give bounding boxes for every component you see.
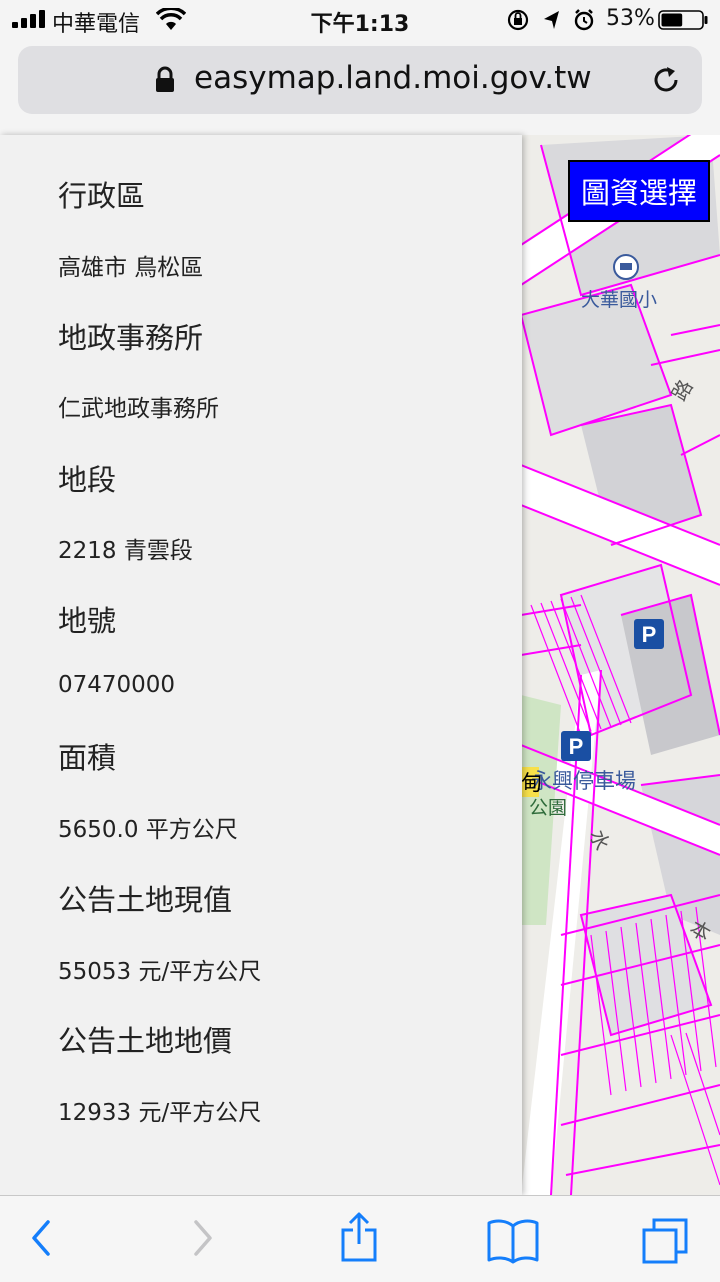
map-label-park: 公園: [529, 797, 568, 819]
layer-select-button[interactable]: 圖資選擇: [568, 160, 710, 222]
url-domain: easymap.land.moi.gov.tw: [194, 60, 592, 96]
section-value: 2218 青雲段: [58, 538, 193, 564]
lot-label: 地號: [58, 604, 117, 638]
address-bar[interactable]: easymap.land.moi.gov.tw: [18, 46, 702, 114]
land-value-value: 55053 元/平方公尺: [58, 959, 262, 985]
section-label: 地段: [58, 463, 117, 497]
browser-toolbar: [0, 1195, 720, 1282]
area-label: 面積: [58, 741, 117, 775]
bookmarks-icon[interactable]: [486, 1218, 540, 1264]
status-bar: 中華電信 下午1:13 53%: [0, 0, 720, 40]
parking-icon: P: [561, 731, 591, 761]
map-label-school: 大華國小: [581, 289, 658, 311]
land-price-label: 公告土地地價: [58, 1024, 233, 1058]
office-value: 仁武地政事務所: [58, 396, 219, 422]
status-icons: [507, 9, 594, 31]
area-value: 5650.0 平方公尺: [58, 817, 238, 843]
map-label-parking-lot: 永興停車場: [531, 769, 636, 793]
forward-icon[interactable]: [190, 1218, 216, 1258]
browser-address-area: easymap.land.moi.gov.tw: [0, 40, 720, 136]
lot-value: 07470000: [58, 672, 176, 698]
district-label: 行政區: [58, 179, 146, 213]
alarm-icon: [574, 9, 594, 31]
land-value-label: 公告土地現值: [58, 883, 233, 917]
share-icon[interactable]: [339, 1212, 379, 1262]
office-label: 地政事務所: [58, 321, 204, 355]
parking-icon: P: [634, 619, 664, 649]
lock-icon: [156, 66, 174, 92]
svg-text:P: P: [569, 734, 584, 759]
battery-percent: 53%: [606, 6, 655, 31]
land-price-value: 12933 元/平方公尺: [58, 1100, 262, 1126]
svg-text:P: P: [642, 622, 657, 647]
map-label-yellow-tag: 甸: [521, 771, 542, 795]
battery-icon: [658, 10, 708, 30]
orientation-lock-icon: [507, 9, 529, 31]
cadastral-map[interactable]: P P 大華國小 永興停車場 公園 甸 路 水 本: [521, 135, 720, 1195]
reload-icon[interactable]: [650, 64, 682, 96]
district-value: 高雄市 鳥松區: [58, 255, 204, 281]
back-icon[interactable]: [28, 1218, 54, 1258]
parcel-info-panel: 行政區 高雄市 鳥松區 地政事務所 仁武地政事務所 地段 2218 青雲段 地號…: [0, 135, 522, 1195]
tabs-icon[interactable]: [640, 1218, 690, 1264]
location-icon: [544, 11, 559, 29]
